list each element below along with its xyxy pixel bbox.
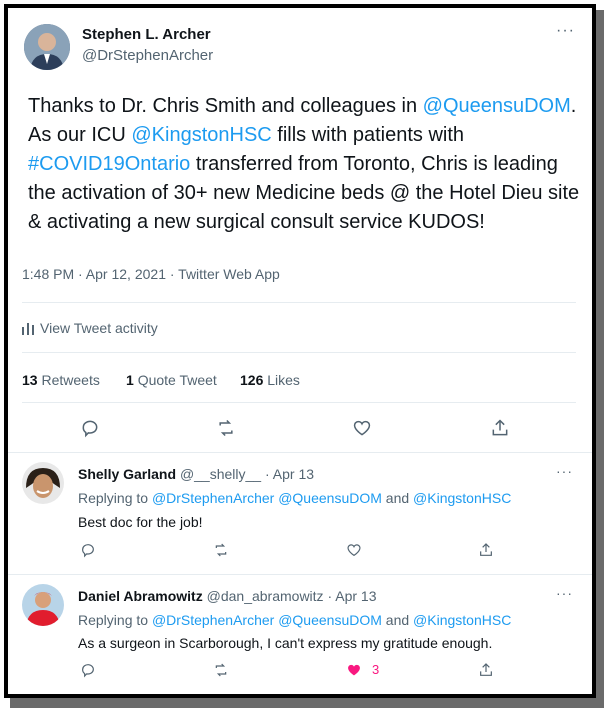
share-icon[interactable] [478, 542, 494, 558]
liked-heart-icon[interactable] [346, 662, 362, 678]
retweet-icon[interactable] [213, 542, 229, 558]
retweets-stat[interactable]: 13 Retweets [22, 372, 100, 388]
like-icon[interactable] [346, 542, 362, 558]
reply-author-handle[interactable]: @__shelly__ [180, 466, 261, 482]
replying-to-mention[interactable]: @KingstonHSC [413, 490, 511, 506]
reply-text: Best doc for the job! [78, 514, 203, 530]
author-name[interactable]: Stephen L. Archer [82, 26, 211, 44]
reply-more-options-icon[interactable]: ··· [556, 463, 573, 479]
reply-icon[interactable] [80, 542, 96, 558]
replying-to-mentions[interactable]: @DrStephenArcher @QueensuDOM [152, 490, 382, 506]
divider [22, 402, 576, 403]
retweet-icon[interactable] [216, 418, 236, 438]
reply-icon[interactable] [80, 418, 100, 438]
likes-stat[interactable]: 126 Likes [240, 372, 300, 388]
author-avatar[interactable] [24, 24, 70, 70]
hashtag-covid19ontario[interactable]: #COVID19Ontario [28, 153, 190, 175]
reply-avatar[interactable] [22, 462, 64, 504]
mention-kingstonhsc[interactable]: @KingstonHSC [131, 124, 271, 146]
reply-author-name[interactable]: Shelly Garland [78, 466, 176, 482]
author-handle[interactable]: @DrStephenArcher [82, 47, 213, 65]
reply-author-handle[interactable]: @dan_abramowitz [207, 588, 324, 604]
quote-tweets-stat[interactable]: 1 Quote Tweet [126, 372, 217, 388]
divider [8, 452, 592, 453]
retweet-icon[interactable] [213, 662, 229, 678]
more-options-icon[interactable]: ··· [556, 22, 575, 40]
tweet-card: Stephen L. Archer @DrStephenArcher ··· T… [4, 4, 596, 698]
reply-date[interactable]: · Apr 13 [265, 466, 314, 482]
replying-to-mentions[interactable]: @DrStephenArcher @QueensuDOM [152, 612, 382, 628]
reply-text: As a surgeon in Scarborough, I can't exp… [78, 635, 493, 651]
reply-author-name[interactable]: Daniel Abramowitz [78, 588, 203, 604]
replying-to-mention[interactable]: @KingstonHSC [413, 612, 511, 628]
view-tweet-activity-link[interactable]: View Tweet activity [22, 320, 158, 338]
divider [22, 352, 576, 353]
like-icon[interactable] [352, 418, 372, 438]
mention-queensudom[interactable]: @QueensuDOM [423, 95, 571, 117]
divider [22, 302, 576, 303]
reply-date[interactable]: · Apr 13 [327, 588, 376, 604]
divider [8, 574, 592, 575]
reply-more-options-icon[interactable]: ··· [556, 585, 573, 601]
reply-icon[interactable] [80, 662, 96, 678]
activity-bars-icon [22, 321, 34, 338]
share-icon[interactable] [490, 418, 510, 438]
tweet-timestamp[interactable]: 1:48 PM · Apr 12, 2021 · Twitter Web App [22, 266, 280, 282]
replying-to-line: Replying to @DrStephenArcher @QueensuDOM… [78, 490, 512, 506]
reply-avatar[interactable] [22, 584, 64, 626]
replying-to-line: Replying to @DrStephenArcher @QueensuDOM… [78, 612, 512, 628]
share-icon[interactable] [478, 662, 494, 678]
reply-like-count: 3 [372, 662, 380, 677]
tweet-text: Thanks to Dr. Chris Smith and colleagues… [28, 95, 580, 233]
